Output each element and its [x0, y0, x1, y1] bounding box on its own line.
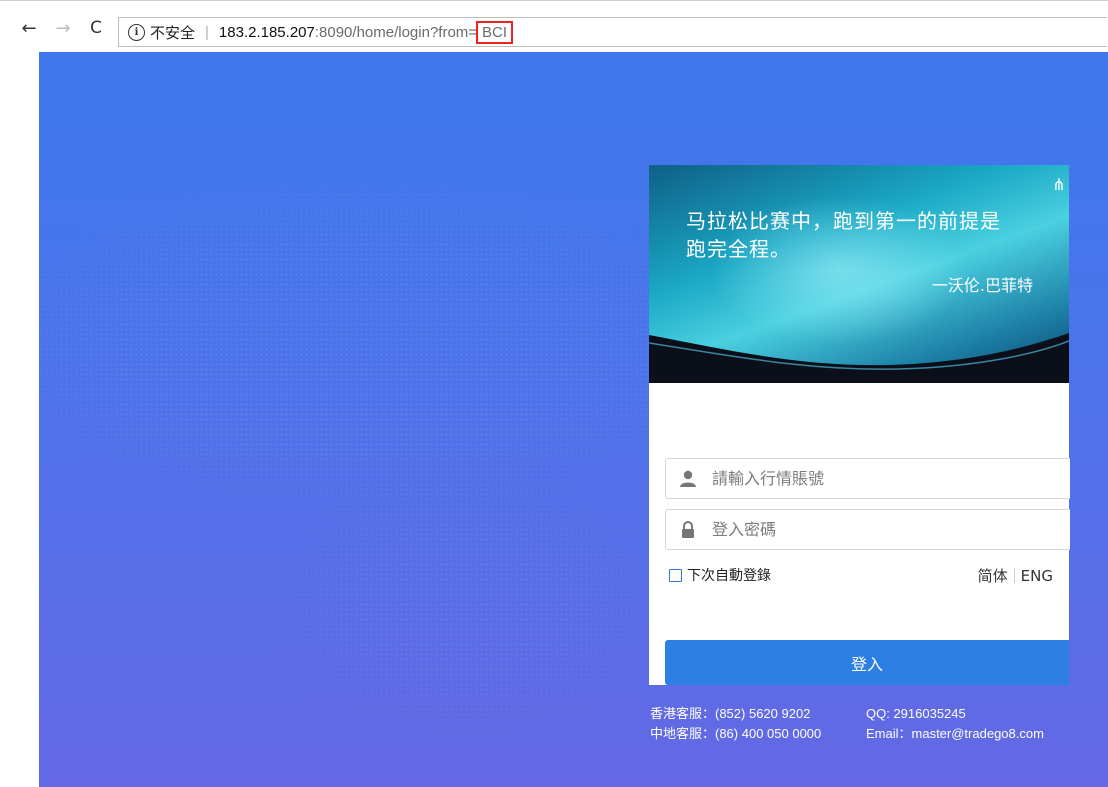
email-text: Email：master@tradego8.com: [866, 726, 1044, 741]
remember-checkbox[interactable]: [669, 568, 682, 582]
forward-arrow-icon[interactable]: →: [52, 17, 74, 39]
info-icon[interactable]: i: [128, 23, 145, 41]
url-path: :8090/home/login?from=: [314, 23, 478, 41]
banner-wave: [649, 333, 1069, 383]
lang-english-link[interactable]: ENG: [1021, 567, 1053, 585]
user-icon: [680, 470, 696, 487]
account-input[interactable]: [710, 468, 1034, 489]
browser-toolbar: ← → C i 不安全 | 183.2.185.207 :8090/home/l…: [0, 0, 1108, 53]
account-field[interactable]: [665, 458, 1070, 499]
address-separator: |: [205, 23, 209, 41]
url-host: 183.2.185.207: [218, 23, 315, 41]
back-arrow-icon[interactable]: ←: [18, 17, 40, 39]
password-field[interactable]: [665, 509, 1070, 550]
remember-me[interactable]: 下次自動登錄: [669, 565, 771, 585]
quote-line-2: 跑完全程。: [686, 237, 791, 261]
login-button[interactable]: 登入: [665, 640, 1069, 685]
insecure-label[interactable]: 不安全: [150, 22, 195, 43]
address-bar[interactable]: i 不安全 | 183.2.185.207 :8090/home/login?f…: [118, 17, 1107, 47]
mainland-service-text: 中地客服：(86) 400 050 0000: [650, 726, 822, 741]
url-highlighted-param: BCI: [476, 20, 514, 44]
reload-icon[interactable]: C: [85, 17, 107, 39]
banner-image: ⋔ 马拉松比赛中，跑到第一的前提是 跑完全程。 一沃伦.巴菲特: [649, 165, 1069, 383]
password-input[interactable]: [710, 519, 1034, 540]
quote-author: 一沃伦.巴菲特: [931, 276, 1033, 295]
network-icon[interactable]: ⋔: [1049, 175, 1069, 195]
footer-row-2: 中地客服：(86) 400 050 0000 Email：master@trad…: [650, 724, 1070, 744]
login-panel: ⋔ 马拉松比赛中，跑到第一的前提是 跑完全程。 一沃伦.巴菲特 下次自動登錄 简…: [649, 165, 1070, 685]
contact-footer: 香港客服：(852) 5620 9202 QQ: 2916035245 中地客服…: [650, 704, 1070, 744]
quote-line-1: 马拉松比赛中，跑到第一的前提是: [686, 209, 1001, 233]
qq-text: QQ: 2916035245: [866, 706, 966, 721]
footer-row-1: 香港客服：(852) 5620 9202 QQ: 2916035245: [650, 704, 1070, 724]
language-switcher: 简体 ENG: [978, 565, 1053, 586]
lang-simplified-link[interactable]: 简体: [978, 565, 1008, 586]
lock-icon: [682, 520, 694, 538]
hk-service-text: 香港客服：(852) 5620 9202: [650, 706, 811, 721]
banner-quote: 马拉松比赛中，跑到第一的前提是 跑完全程。: [686, 207, 1046, 263]
remember-label[interactable]: 下次自動登錄: [687, 565, 771, 585]
lang-divider: [1013, 568, 1015, 583]
